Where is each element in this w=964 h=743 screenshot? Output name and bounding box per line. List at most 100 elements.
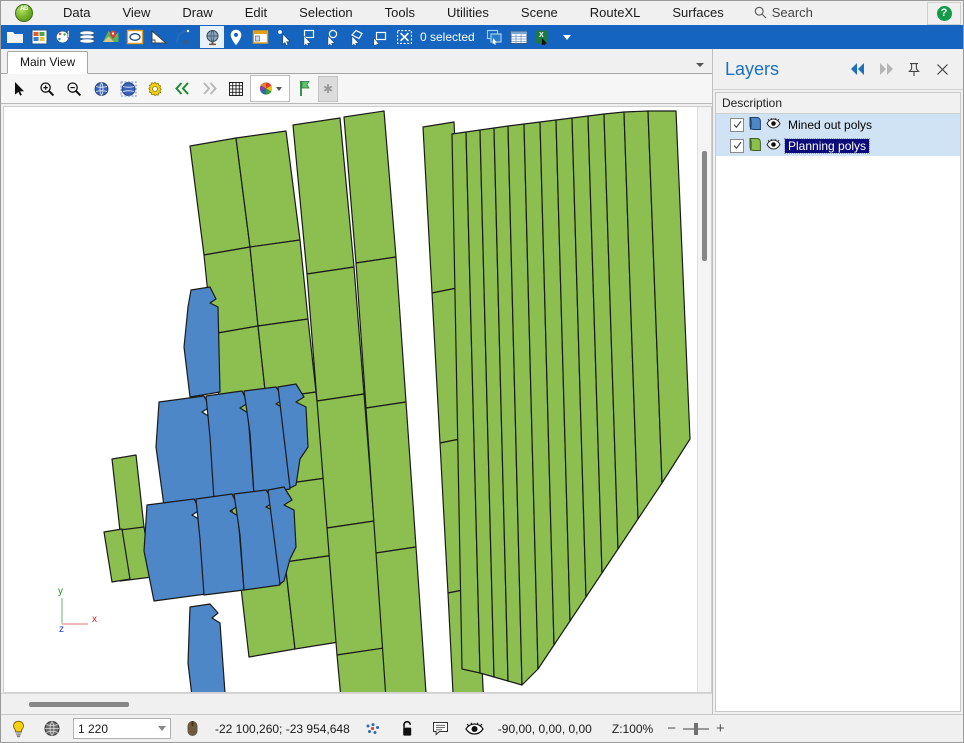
tab-overflow-caret-icon[interactable] <box>696 63 704 67</box>
svg-text:y: y <box>58 586 63 597</box>
app-logo[interactable] <box>1 3 47 22</box>
flag-icon[interactable] <box>291 76 317 101</box>
layers-panel-header: Layers <box>713 49 963 90</box>
menu-item-tools[interactable]: Tools <box>369 1 431 24</box>
canvas-horizontal-scroll-thumb[interactable] <box>29 701 129 707</box>
excel-export-icon[interactable]: X <box>531 26 555 48</box>
svg-text:X: X <box>539 32 544 39</box>
legend-icon[interactable] <box>248 26 272 48</box>
next-view-icon[interactable] <box>196 76 222 101</box>
collapse-left-icon[interactable] <box>845 56 871 82</box>
wireframe-globe-icon[interactable] <box>35 715 69 742</box>
unlock-icon[interactable] <box>390 715 424 742</box>
layers-panel-title: Layers <box>725 58 780 79</box>
zoom-level-label: Z:100% <box>611 721 654 736</box>
map-canvas[interactable]: y x z <box>3 106 712 693</box>
canvas-horizontal-scrollbar[interactable] <box>1 693 712 714</box>
zoom-selection-icon[interactable] <box>115 76 141 101</box>
copy-window-icon[interactable] <box>483 26 507 48</box>
status-bar: 1 220 -22 100,260; -23 954,648 -90,00, 0… <box>1 714 963 742</box>
curve-icon[interactable] <box>171 26 195 48</box>
canvas-vertical-scrollbar[interactable] <box>697 107 711 692</box>
zoom-control[interactable]: − + <box>659 721 725 736</box>
layers-grid: Description Mined out polys Planning pol… <box>715 92 961 712</box>
globe-scene-icon[interactable] <box>200 26 224 48</box>
polygon-select-icon[interactable] <box>344 26 368 48</box>
layer-swatch-icon[interactable] <box>748 137 762 155</box>
points-icon[interactable] <box>356 715 390 742</box>
zoom-slider-knob[interactable] <box>693 722 698 735</box>
menu-item-surfaces[interactable]: Surfaces <box>656 1 739 24</box>
light-bulb-icon[interactable] <box>1 715 35 742</box>
rectangle-select-icon[interactable] <box>296 26 320 48</box>
layer-swatch-icon[interactable] <box>748 116 762 134</box>
zoom-in-button[interactable]: + <box>716 721 725 736</box>
triangle-measure-icon[interactable] <box>147 26 171 48</box>
map-pin-icon[interactable] <box>99 26 123 48</box>
palette-icon[interactable] <box>51 26 75 48</box>
zoom-out-button[interactable]: − <box>667 721 676 736</box>
open-folder-icon[interactable] <box>3 26 27 48</box>
palette-dropdown-caret-icon[interactable] <box>276 86 282 91</box>
eye-icon[interactable] <box>458 715 492 742</box>
note-icon[interactable] <box>424 715 458 742</box>
pointer-select-icon[interactable] <box>272 26 296 48</box>
workspace: Main View ✱ y x z Layers Description Min… <box>1 49 963 714</box>
menu-item-scene[interactable]: Scene <box>505 1 574 24</box>
layer-checkbox[interactable] <box>730 117 744 132</box>
zoom-out-icon[interactable] <box>61 76 87 101</box>
layer-checkbox[interactable] <box>730 138 744 153</box>
snapshot-icon[interactable]: ✱ <box>318 75 338 102</box>
layer-name-label[interactable]: Mined out polys <box>785 118 875 132</box>
layers-panel: Layers Description Mined out polys Plann… <box>712 49 963 714</box>
scale-combobox[interactable]: 1 220 <box>73 718 171 739</box>
menu-bar: Data View Draw Edit Selection Tools Util… <box>1 1 963 25</box>
layer-name-label[interactable]: Planning polys <box>783 137 871 154</box>
help-button[interactable]: ? <box>927 2 961 25</box>
menu-item-data[interactable]: Data <box>47 1 106 24</box>
menu-item-selection[interactable]: Selection <box>283 1 368 24</box>
search-label: Search <box>771 5 813 20</box>
menu-item-edit[interactable]: Edit <box>229 1 283 24</box>
layer-row-planning-polys[interactable]: Planning polys <box>716 135 960 156</box>
search-icon <box>754 6 767 19</box>
layer-visibility-eye-icon[interactable] <box>766 138 781 154</box>
menu-item-utilities[interactable]: Utilities <box>431 1 505 24</box>
settings-gear-icon[interactable] <box>142 76 168 101</box>
menu-item-draw[interactable]: Draw <box>166 1 228 24</box>
pin-icon[interactable] <box>901 56 927 82</box>
arrow-pointer-icon[interactable] <box>7 76 33 101</box>
close-icon[interactable] <box>929 56 955 82</box>
clear-selection-icon[interactable] <box>392 26 416 48</box>
color-palette-icon[interactable] <box>250 75 290 102</box>
search-box[interactable]: Search <box>754 5 813 20</box>
menu-item-view[interactable]: View <box>106 1 166 24</box>
selection-count-label: 0 selected <box>420 30 475 44</box>
previous-view-icon[interactable] <box>169 76 195 101</box>
layer-visibility-eye-icon[interactable] <box>766 117 781 133</box>
scale-dropdown-caret-icon[interactable] <box>158 726 166 731</box>
marker-pin-icon[interactable] <box>224 26 248 48</box>
zoom-slider[interactable] <box>682 722 709 735</box>
canvas-vertical-scroll-thumb[interactable] <box>702 151 707 261</box>
menu-item-routexl[interactable]: RouteXL <box>574 1 657 24</box>
layers-icon[interactable] <box>75 26 99 48</box>
axis-triad: y x z <box>58 586 97 632</box>
layer-row-mined-out-polys[interactable]: Mined out polys <box>716 114 960 135</box>
spreadsheet-icon[interactable] <box>27 26 51 48</box>
ellipse-icon[interactable] <box>123 26 147 48</box>
circle-select-icon[interactable] <box>320 26 344 48</box>
map-pane: Main View ✱ y x z <box>1 49 712 714</box>
expand-right-icon[interactable] <box>873 56 899 82</box>
application-window: Data View Draw Edit Selection Tools Util… <box>0 0 964 743</box>
layers-row-list: Mined out polys Planning polys <box>716 114 960 711</box>
zoom-in-icon[interactable] <box>34 76 60 101</box>
svg-text:x: x <box>92 614 97 625</box>
table-icon[interactable] <box>507 26 531 48</box>
tab-main-view[interactable]: Main View <box>7 51 89 74</box>
zoom-extents-icon[interactable] <box>88 76 114 101</box>
mouse-icon <box>175 715 209 742</box>
overflow-caret-icon[interactable] <box>555 26 579 48</box>
grid-icon[interactable] <box>223 76 249 101</box>
box-select-icon[interactable] <box>368 26 392 48</box>
